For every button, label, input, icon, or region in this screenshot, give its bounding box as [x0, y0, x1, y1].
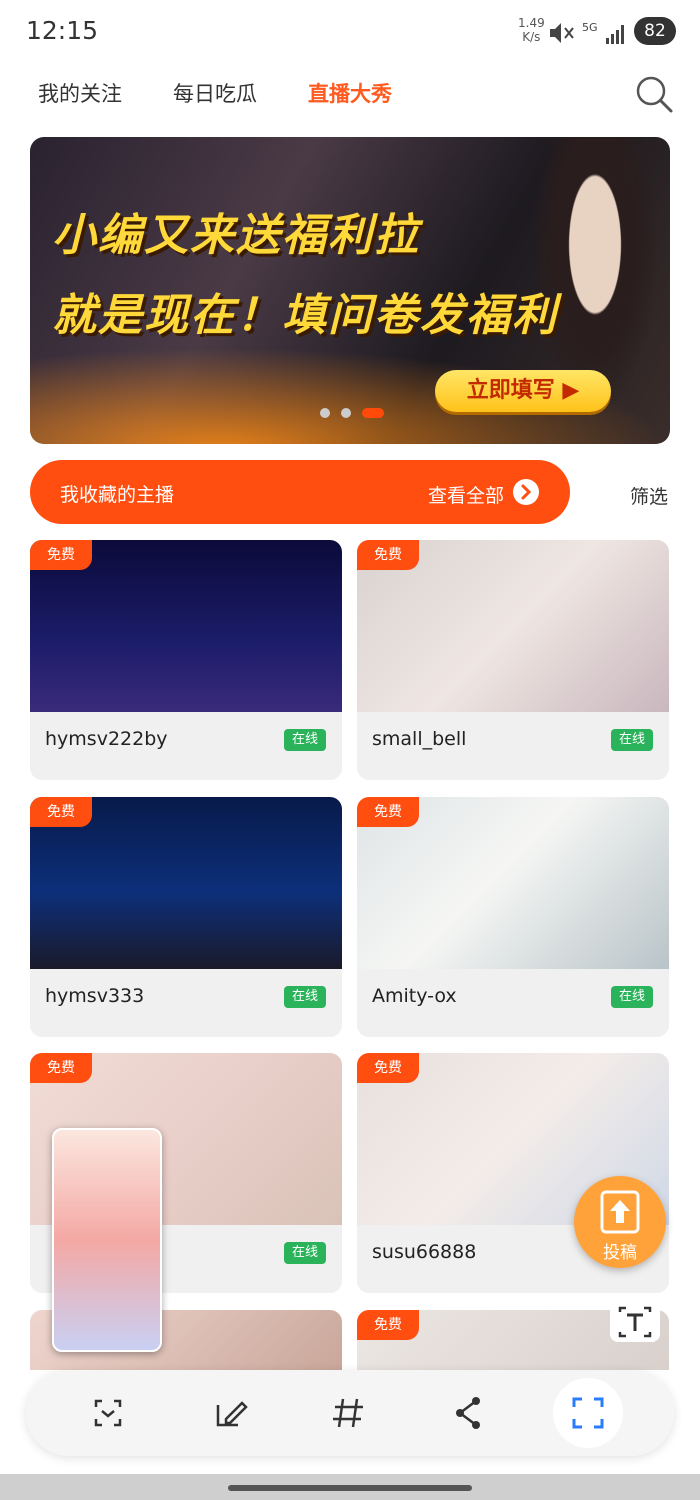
favorite-anchors-bar[interactable]: 我收藏的主播 查看全部: [30, 460, 570, 524]
search-icon[interactable]: [634, 74, 674, 114]
streamer-name: susu66888: [372, 1241, 477, 1263]
screenshot-frame-icon: [572, 1397, 604, 1429]
screenshot-button-active[interactable]: [553, 1378, 623, 1448]
battery-indicator: 82: [634, 17, 676, 45]
streamer-name: Amity-ox: [372, 985, 457, 1007]
free-badge: 免费: [357, 797, 419, 827]
status-time: 12:15: [26, 16, 99, 45]
tab-following[interactable]: 我的关注: [38, 78, 122, 108]
network-type: 5G: [582, 21, 598, 34]
hashtag-icon[interactable]: [327, 1391, 371, 1435]
gesture-bar: [0, 1474, 700, 1500]
scan-text-icon[interactable]: [86, 1391, 130, 1435]
online-status-badge: 在线: [284, 986, 326, 1008]
floating-preview-window[interactable]: [52, 1128, 162, 1352]
home-handle[interactable]: [228, 1485, 472, 1491]
banner-pagination: [320, 403, 390, 422]
free-badge: 免费: [357, 1053, 419, 1083]
banner-fill-survey-button[interactable]: 立即填写 ▶: [435, 370, 611, 412]
streamer-name: hymsv333: [45, 985, 145, 1007]
upload-icon: [600, 1190, 640, 1234]
top-tabs: 我的关注 每日吃瓜 直播大秀: [0, 68, 700, 118]
free-badge: 免费: [30, 797, 92, 827]
stream-card[interactable]: 免费 Amity-ox 在线: [357, 797, 669, 1037]
banner-headline: 小编又来送福利拉: [52, 210, 420, 261]
free-badge: 免费: [357, 540, 419, 570]
submit-post-label: 投稿: [603, 1243, 637, 1263]
free-badge: 免费: [30, 1053, 92, 1083]
online-status-badge: 在线: [284, 729, 326, 751]
tab-live-show[interactable]: 直播大秀: [308, 78, 392, 108]
screenshot-toolbar: [26, 1370, 674, 1456]
online-status-badge: 在线: [611, 729, 653, 751]
chevron-right-icon[interactable]: [513, 479, 539, 505]
text-extract-button[interactable]: [610, 1302, 660, 1342]
banner-dot: [320, 408, 330, 418]
banner-subheadline: 就是现在！填问卷发福利: [52, 290, 558, 341]
streamer-name: small_bell: [372, 728, 467, 750]
banner-dot: [341, 408, 352, 418]
network-speed-value: 1.49: [518, 16, 545, 30]
view-all-link[interactable]: 查看全部: [428, 481, 504, 508]
free-badge: 免费: [357, 1310, 419, 1340]
online-status-badge: 在线: [284, 1242, 326, 1264]
promo-banner[interactable]: 小编又来送福利拉 就是现在！填问卷发福利 立即填写 ▶: [30, 137, 670, 444]
text-scan-icon: [618, 1306, 652, 1338]
online-status-badge: 在线: [611, 986, 653, 1008]
share-icon[interactable]: [446, 1391, 490, 1435]
stream-card[interactable]: 免费 hymsv222by 在线: [30, 540, 342, 780]
tab-daily-gossip[interactable]: 每日吃瓜: [173, 78, 257, 108]
streamer-name: hymsv222by: [45, 728, 168, 750]
edit-icon[interactable]: [208, 1391, 252, 1435]
filter-button[interactable]: 筛选: [630, 482, 668, 509]
stream-card[interactable]: 免费 small_bell 在线: [357, 540, 669, 780]
stream-card[interactable]: 免费 hymsv333 在线: [30, 797, 342, 1037]
signal-icon: [606, 25, 624, 44]
mute-icon: [550, 23, 574, 43]
network-speed: 1.49 K/s: [518, 16, 545, 44]
free-badge: 免费: [30, 540, 92, 570]
submit-post-button[interactable]: 投稿: [574, 1176, 666, 1268]
banner-dot-active: [362, 408, 385, 418]
favorite-anchors-title: 我收藏的主播: [60, 484, 175, 506]
network-speed-unit: K/s: [522, 30, 541, 44]
status-bar: 12:15 1.49 K/s 5G 82: [0, 0, 700, 62]
